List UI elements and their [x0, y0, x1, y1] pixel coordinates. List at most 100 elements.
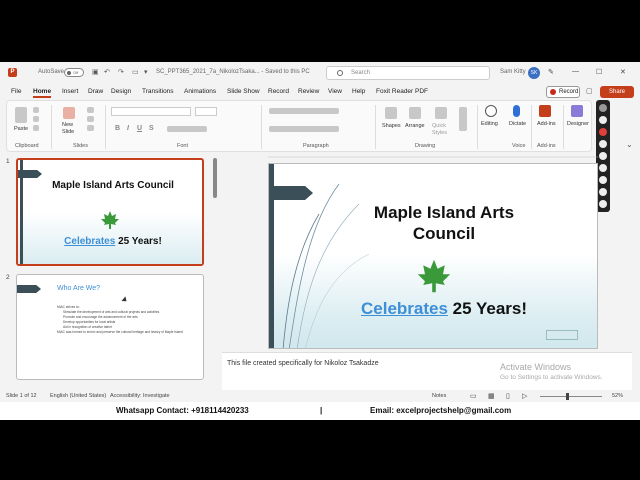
section-icon[interactable] — [87, 125, 94, 131]
pause-icon[interactable] — [599, 140, 607, 148]
notes-toggle[interactable]: Notes — [432, 393, 446, 399]
copy-icon[interactable] — [33, 116, 39, 122]
shapes-icon[interactable] — [385, 107, 397, 119]
activate-title: Activate Windows — [500, 362, 572, 372]
tab-home[interactable]: Home — [33, 88, 52, 98]
accessibility-status[interactable]: Accessibility: Investigate — [110, 393, 170, 399]
shape-format-icons[interactable] — [459, 107, 467, 131]
slide-thumbnail-2[interactable]: Who Are We? MIAC strives to: Stimulate t… — [16, 274, 204, 380]
add-ins-icon[interactable] — [539, 105, 551, 117]
autosave-toggle[interactable]: Off — [64, 68, 84, 77]
strikethrough-icon[interactable]: S — [149, 125, 154, 132]
format-painter-icon[interactable] — [33, 125, 39, 131]
tab-insert[interactable]: Insert — [62, 88, 78, 95]
designer-label[interactable]: Designer — [567, 121, 589, 127]
quick-styles-label[interactable]: Quick Styles — [432, 123, 452, 137]
grip-icon[interactable] — [599, 104, 607, 112]
tab-review[interactable]: Review — [298, 88, 319, 95]
slide-subtitle[interactable]: Celebrates 25 Years! — [309, 299, 579, 319]
dictate-icon[interactable] — [513, 105, 520, 117]
search-input[interactable]: Search — [326, 66, 490, 80]
slide-title[interactable]: Maple Island Arts Council — [329, 202, 559, 244]
paste-label[interactable]: Paste — [14, 126, 28, 132]
zoom-slider-track[interactable] — [540, 396, 602, 397]
present-icon[interactable]: ▭ — [132, 68, 139, 76]
tab-foxit-reader-pdf[interactable]: Foxit Reader PDF — [376, 88, 428, 95]
save-icon[interactable]: ▣ — [92, 68, 99, 76]
powerpoint-logo-icon: P — [8, 68, 17, 77]
bold-icon[interactable]: B — [115, 125, 120, 132]
pen-icon[interactable]: ✎ — [548, 68, 554, 76]
record-button[interactable]: Record — [546, 86, 580, 98]
language-status[interactable]: English (United States) — [50, 393, 106, 399]
slide-thumbnail-1[interactable]: Maple Island Arts Council Celebrates 25 … — [16, 158, 204, 266]
speaker-icon[interactable] — [599, 164, 607, 172]
maximize-icon[interactable]: ☐ — [596, 68, 602, 76]
thumbnail-bullets: MIAC strives to: Stimulate the developme… — [57, 305, 197, 335]
font-name-select[interactable] — [111, 107, 191, 116]
quick-styles-icon[interactable] — [435, 107, 447, 119]
tab-view[interactable]: View — [328, 88, 342, 95]
group-slides-label: Slides — [73, 143, 88, 149]
screen-icon[interactable] — [599, 188, 607, 196]
group-paragraph-label: Paragraph — [303, 143, 329, 149]
thumbnail-title: Who Are We? — [57, 285, 101, 292]
zoom-level[interactable]: 52% — [612, 393, 623, 399]
alignment-icons[interactable] — [269, 126, 339, 132]
thumbnail-scrollbar[interactable] — [213, 158, 217, 198]
tab-file[interactable]: File — [11, 88, 21, 95]
tab-animations[interactable]: Animations — [184, 88, 216, 95]
arrange-icon[interactable] — [409, 107, 421, 119]
undo-icon[interactable]: ↶ — [104, 68, 110, 76]
editing-icon[interactable] — [485, 105, 497, 117]
tab-transitions[interactable]: Transitions — [142, 88, 174, 95]
designer-icon[interactable] — [571, 105, 583, 117]
arrange-label[interactable]: Arrange — [405, 123, 425, 129]
slideshow-view-icon[interactable]: ▷ — [522, 392, 527, 400]
avatar[interactable]: SK — [528, 67, 540, 79]
paste-icon[interactable] — [15, 107, 27, 123]
ribbon-divider — [375, 105, 376, 149]
tab-slide-show[interactable]: Slide Show — [227, 88, 260, 95]
customize-qat-icon[interactable]: ▾ — [144, 68, 148, 76]
reading-view-icon[interactable]: ▯ — [506, 392, 510, 400]
camera-icon[interactable] — [599, 116, 607, 124]
cut-icon[interactable] — [33, 107, 39, 113]
close-icon[interactable]: ✕ — [620, 68, 626, 76]
tab-draw[interactable]: Draw — [88, 88, 103, 95]
activate-windows-watermark: Activate Windows Go to Settings to activ… — [500, 362, 603, 381]
share-button[interactable]: Share — [600, 86, 634, 98]
record-icon[interactable] — [599, 128, 607, 136]
reset-icon[interactable] — [87, 116, 94, 122]
underline-icon[interactable]: U — [137, 125, 142, 132]
gear-icon[interactable] — [599, 200, 607, 208]
dictate-label[interactable]: Dictate — [509, 121, 526, 127]
add-ins-label[interactable]: Add-ins — [537, 121, 556, 127]
font-size-select[interactable] — [195, 107, 217, 116]
italic-icon[interactable]: I — [127, 125, 129, 132]
tab-design[interactable]: Design — [111, 88, 131, 95]
normal-view-icon[interactable]: ▭ — [470, 392, 477, 400]
ribbon-divider — [105, 105, 106, 149]
redo-icon[interactable]: ↷ — [118, 68, 124, 76]
editing-label[interactable]: Editing — [481, 121, 498, 127]
slide-subtitle-rest: 25 Years! — [447, 299, 528, 318]
thumbnail-leftbar — [20, 160, 23, 264]
minimize-icon[interactable]: — — [572, 68, 579, 75]
slide-canvas[interactable]: Maple Island Arts Council Celebrates 25 … — [268, 163, 598, 349]
list-indent-icons[interactable] — [269, 108, 339, 114]
tab-record[interactable]: Record — [268, 88, 289, 95]
zoom-slider-knob[interactable] — [566, 393, 569, 400]
collapse-ribbon-icon[interactable]: ⌄ — [626, 140, 633, 149]
microphone-icon[interactable] — [599, 152, 607, 160]
webcam-icon[interactable] — [599, 176, 607, 184]
layout-icon[interactable] — [87, 107, 94, 113]
slide-sorter-icon[interactable]: ▦ — [488, 392, 495, 400]
new-slide-label[interactable]: New Slide — [62, 122, 82, 136]
user-name: Sam Kitty — [500, 69, 526, 75]
shapes-label[interactable]: Shapes — [382, 123, 401, 129]
font-color-tools-icon[interactable] — [167, 126, 207, 132]
tab-help[interactable]: Help — [352, 88, 365, 95]
new-slide-icon[interactable] — [63, 107, 75, 119]
comments-icon[interactable]: ▢ — [586, 87, 593, 95]
